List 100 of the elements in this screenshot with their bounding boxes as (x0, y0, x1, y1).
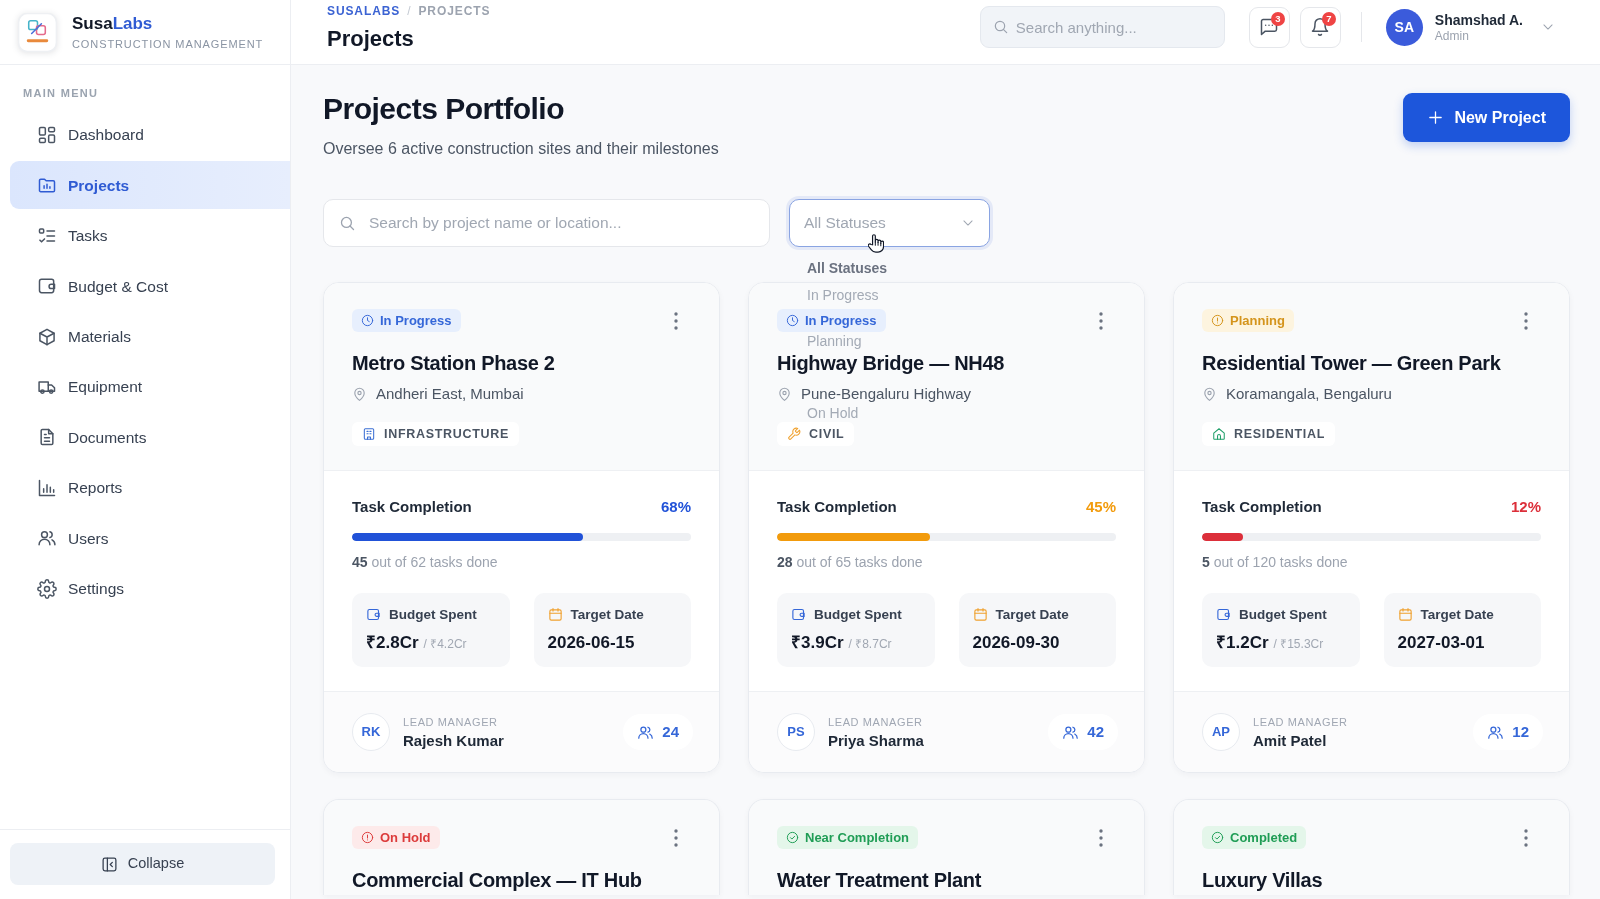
progress-label: Task Completion (352, 497, 472, 517)
user-role: Admin (1434, 28, 1470, 43)
collapse-button[interactable]: Collapse (10, 843, 275, 885)
sidebar-item[interactable]: Settings (10, 564, 290, 613)
plus-icon (1427, 109, 1445, 126)
bell-icon (1310, 17, 1331, 37)
search-icon (339, 214, 356, 232)
map-pin-icon (777, 386, 792, 402)
category-label: RESIDENTIAL (1234, 425, 1326, 443)
box-icon (37, 326, 57, 347)
project-location: Andheri East, Mumbai (376, 383, 524, 404)
alert-circle-icon (1211, 314, 1224, 327)
breadcrumb-separator: / (407, 4, 412, 18)
menu-section-label: MAIN MENU (23, 86, 99, 100)
vertical-dots-icon (1524, 828, 1528, 847)
sidebar-item[interactable]: Budget & Cost (10, 262, 290, 311)
project-title: Residential Tower — Green Park (1202, 351, 1502, 376)
manager-label: LEAD MANAGER (828, 714, 924, 729)
budget-total-value: / ₹15.3Cr (1273, 636, 1324, 653)
project-title: Water Treatment Plant (777, 868, 983, 893)
house-icon (1212, 427, 1226, 441)
messages-button[interactable]: 3 (1248, 6, 1290, 48)
calendar-icon (972, 607, 988, 622)
progress-percent: 45% (1085, 497, 1116, 517)
target-date-value: 2026-09-30 (972, 632, 1060, 654)
project-location: Pune-Bengaluru Highway (801, 383, 972, 404)
manager-name: Amit Patel (1253, 730, 1328, 750)
dropdown-option[interactable]: All Statuses (807, 260, 974, 276)
status-label: Completed (1230, 828, 1298, 847)
status-label: In Progress (805, 311, 877, 330)
check-circle-icon (1211, 831, 1224, 844)
sidebar-item[interactable]: Projects (10, 161, 290, 210)
budget-label: Budget Spent (1239, 606, 1327, 623)
budget-spent-value: ₹3.9Cr (791, 632, 844, 654)
brand-name: SusaLabs (72, 13, 154, 34)
status-label: Planning (1230, 311, 1285, 330)
map-pin-icon (1202, 386, 1217, 402)
user-avatar[interactable]: SA (1385, 8, 1423, 46)
vertical-dots-icon (1524, 311, 1528, 330)
sidebar-item[interactable]: Users (10, 514, 290, 563)
sidebar-collapse-icon (100, 855, 118, 873)
wrench-icon (787, 427, 801, 441)
progress-label: Task Completion (1202, 497, 1322, 517)
calendar-icon (547, 607, 563, 622)
team-count: 12 (1512, 723, 1529, 741)
budget-spent-value: ₹1.2Cr (1216, 632, 1269, 654)
manager-label: LEAD MANAGER (1253, 714, 1348, 729)
message-icon (1259, 17, 1280, 37)
search-field[interactable]: Search anything... (979, 6, 1225, 48)
tasks-summary: 28 out of 65 tasks done (777, 553, 924, 571)
project-title: Luxury Villas (1202, 868, 1324, 893)
budget-total-value: / ₹4.2Cr (423, 636, 467, 653)
category-label: CIVIL (809, 425, 845, 443)
target-date-label: Target Date (570, 606, 644, 623)
project-search-field[interactable]: Search by project name or location... (323, 199, 770, 247)
sidebar-item[interactable]: Reports (10, 463, 290, 512)
vertical-dots-icon (1099, 311, 1103, 330)
brand-tagline: CONSTRUCTION MANAGEMENT (72, 36, 264, 51)
status-label: In Progress (380, 311, 452, 330)
count-badge: 7 (1321, 11, 1336, 26)
target-date-label: Target Date (995, 606, 1069, 623)
budget-label: Budget Spent (814, 606, 902, 623)
vertical-dots-icon (674, 311, 678, 330)
budget-spent-value: ₹2.8Cr (366, 632, 419, 654)
clock-icon (786, 314, 799, 327)
sidebar-item[interactable]: Tasks (10, 211, 290, 260)
grid-icon (37, 125, 57, 145)
breadcrumb-link[interactable]: SUSALABS (327, 4, 401, 18)
settings-icon (37, 578, 57, 599)
target-date-label: Target Date (1420, 606, 1494, 623)
notifications-button[interactable]: 7 (1299, 6, 1341, 48)
project-title: Highway Bridge — NH48 (777, 351, 1006, 376)
category-label: INFRASTRUCTURE (384, 425, 510, 443)
map-pin-icon (352, 386, 367, 402)
project-title: Commercial Complex — IT Hub (352, 868, 643, 893)
logo-icon (18, 12, 57, 52)
vertical-dots-icon (674, 828, 678, 847)
bar-chart-icon (37, 477, 57, 498)
team-count: 24 (662, 723, 679, 741)
document-icon (37, 427, 57, 448)
sidebar-item[interactable]: Dashboard (10, 111, 290, 159)
hand-cursor-icon (868, 234, 884, 253)
target-date-value: 2026-06-15 (547, 632, 635, 654)
manager-name: Rajesh Kumar (403, 730, 504, 750)
sidebar-item[interactable]: Equipment (10, 362, 290, 411)
tasks-summary: 5 out of 120 tasks done (1202, 553, 1349, 571)
manager-avatar: AP (1202, 713, 1240, 751)
project-title: Metro Station Phase 2 (352, 351, 556, 376)
status-label: On Hold (380, 828, 431, 847)
page-title: Projects (327, 26, 415, 52)
progress-percent: 12% (1510, 497, 1541, 517)
manager-avatar: RK (352, 713, 390, 751)
sidebar-item[interactable]: Materials (10, 312, 290, 361)
new-project-button[interactable]: New Project (1403, 93, 1570, 142)
budget-label: Budget Spent (389, 606, 477, 623)
wallet-icon (791, 607, 806, 622)
manager-name: Priya Sharma (828, 730, 924, 750)
sidebar-item[interactable]: Documents (10, 413, 290, 462)
vertical-dots-icon (1099, 828, 1103, 847)
progress-label: Task Completion (777, 497, 897, 517)
